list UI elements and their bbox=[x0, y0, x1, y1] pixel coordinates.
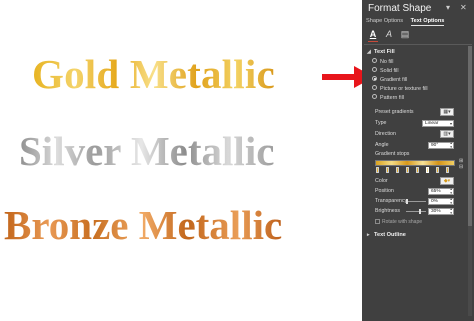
spinner-icon[interactable]: ▴ ▾ bbox=[450, 207, 452, 215]
direction-button[interactable]: ▥▾ bbox=[440, 130, 454, 138]
angle-input[interactable]: 90° ▴ ▾ bbox=[428, 141, 454, 149]
gradient-stop-buttons: ⊞ ⊟ bbox=[459, 158, 463, 170]
brightness-label: Brightness bbox=[375, 208, 401, 214]
gradient-stop-selected[interactable] bbox=[426, 167, 429, 173]
radio-no-fill[interactable]: No fill bbox=[372, 58, 393, 66]
pane-options-dropdown-icon[interactable]: ▾ bbox=[446, 3, 450, 12]
divider bbox=[364, 44, 472, 45]
preset-gradients-button[interactable]: ▦▾ bbox=[440, 108, 454, 116]
gradient-stop[interactable] bbox=[416, 167, 419, 173]
spinner-icon[interactable]: ▴ ▾ bbox=[450, 197, 452, 205]
text-outline-header[interactable]: ▸ Text Outline bbox=[367, 232, 406, 238]
radio-icon bbox=[372, 67, 377, 73]
pane-title: Format Shape bbox=[368, 3, 432, 14]
spinner-icon[interactable]: ▴ ▾ bbox=[450, 141, 452, 149]
format-shape-pane: Format Shape ▾ ✕ Shape Options Text Opti… bbox=[362, 0, 474, 321]
text-fill-header[interactable]: ◢ Text Fill bbox=[367, 49, 395, 55]
textbox-icon[interactable]: ▤ bbox=[400, 29, 410, 40]
transparency-slider[interactable] bbox=[406, 201, 426, 202]
text-fill-outline-icon[interactable]: A bbox=[368, 29, 378, 42]
pane-tabs: Shape Options Text Options bbox=[366, 18, 450, 26]
transparency-label: Transparency bbox=[375, 198, 408, 204]
brightness-slider[interactable] bbox=[406, 211, 426, 212]
bronze-metallic-text[interactable]: Bronze Metallic bbox=[4, 201, 282, 249]
radio-selected-icon bbox=[372, 76, 377, 82]
radio-picture-fill[interactable]: Picture or texture fill bbox=[372, 85, 428, 93]
brightness-input[interactable]: 30% ▴ ▾ bbox=[428, 207, 454, 215]
type-label: Type bbox=[375, 120, 387, 126]
brightness-slider-knob[interactable] bbox=[419, 209, 421, 214]
close-icon[interactable]: ✕ bbox=[460, 3, 467, 12]
radio-gradient-fill[interactable]: Gradient fill bbox=[372, 76, 407, 84]
tab-text-options[interactable]: Text Options bbox=[410, 18, 445, 26]
gradient-stops-label: Gradient stops bbox=[375, 151, 410, 157]
gradient-stops-bar[interactable] bbox=[375, 160, 455, 166]
tab-shape-options[interactable]: Shape Options bbox=[366, 18, 403, 24]
position-label: Position bbox=[375, 188, 394, 194]
radio-pattern-fill[interactable]: Pattern fill bbox=[372, 94, 404, 102]
slide-canvas: Gold Metallic Silver Metallic Bronze Met… bbox=[0, 0, 362, 321]
gradient-stop[interactable] bbox=[406, 167, 409, 173]
gold-metallic-text[interactable]: Gold Metallic bbox=[32, 50, 275, 98]
type-select[interactable]: Linear ▾ bbox=[422, 120, 454, 127]
angle-label: Angle bbox=[375, 142, 389, 148]
checkbox-icon bbox=[375, 219, 380, 225]
text-effects-icon[interactable]: A bbox=[384, 29, 394, 40]
chevron-down-icon: ▾ bbox=[449, 121, 452, 126]
radio-solid-fill[interactable]: Solid fill bbox=[372, 67, 399, 75]
direction-label: Direction bbox=[375, 131, 396, 137]
transparency-input[interactable]: 0% ▴ ▾ bbox=[428, 197, 454, 205]
gradient-stop[interactable] bbox=[436, 167, 439, 173]
spinner-icon[interactable]: ▴ ▾ bbox=[450, 187, 452, 195]
gradient-stop[interactable] bbox=[396, 167, 399, 173]
remove-stop-icon[interactable]: ⊟ bbox=[459, 164, 463, 170]
position-input[interactable]: 65% ▴ ▾ bbox=[428, 187, 454, 195]
collapse-triangle-icon: ◢ bbox=[367, 49, 371, 55]
pane-scrollbar[interactable] bbox=[468, 46, 472, 316]
color-label: Color bbox=[375, 178, 388, 184]
gradient-stop[interactable] bbox=[376, 167, 379, 173]
color-picker-button[interactable]: ◆▾ bbox=[440, 177, 454, 185]
radio-icon bbox=[372, 85, 377, 91]
preset-gradients-label: Preset gradients bbox=[375, 109, 414, 115]
radio-icon bbox=[372, 94, 377, 100]
gradient-stop[interactable] bbox=[446, 167, 449, 173]
gradient-stop[interactable] bbox=[386, 167, 389, 173]
radio-icon bbox=[372, 58, 377, 64]
rotate-with-shape-checkbox[interactable]: Rotate with shape bbox=[375, 219, 422, 225]
expand-triangle-icon: ▸ bbox=[367, 232, 370, 238]
scrollbar-thumb[interactable] bbox=[468, 46, 472, 226]
transparency-slider-knob[interactable] bbox=[406, 199, 408, 204]
silver-metallic-text[interactable]: Silver Metallic bbox=[19, 127, 274, 175]
